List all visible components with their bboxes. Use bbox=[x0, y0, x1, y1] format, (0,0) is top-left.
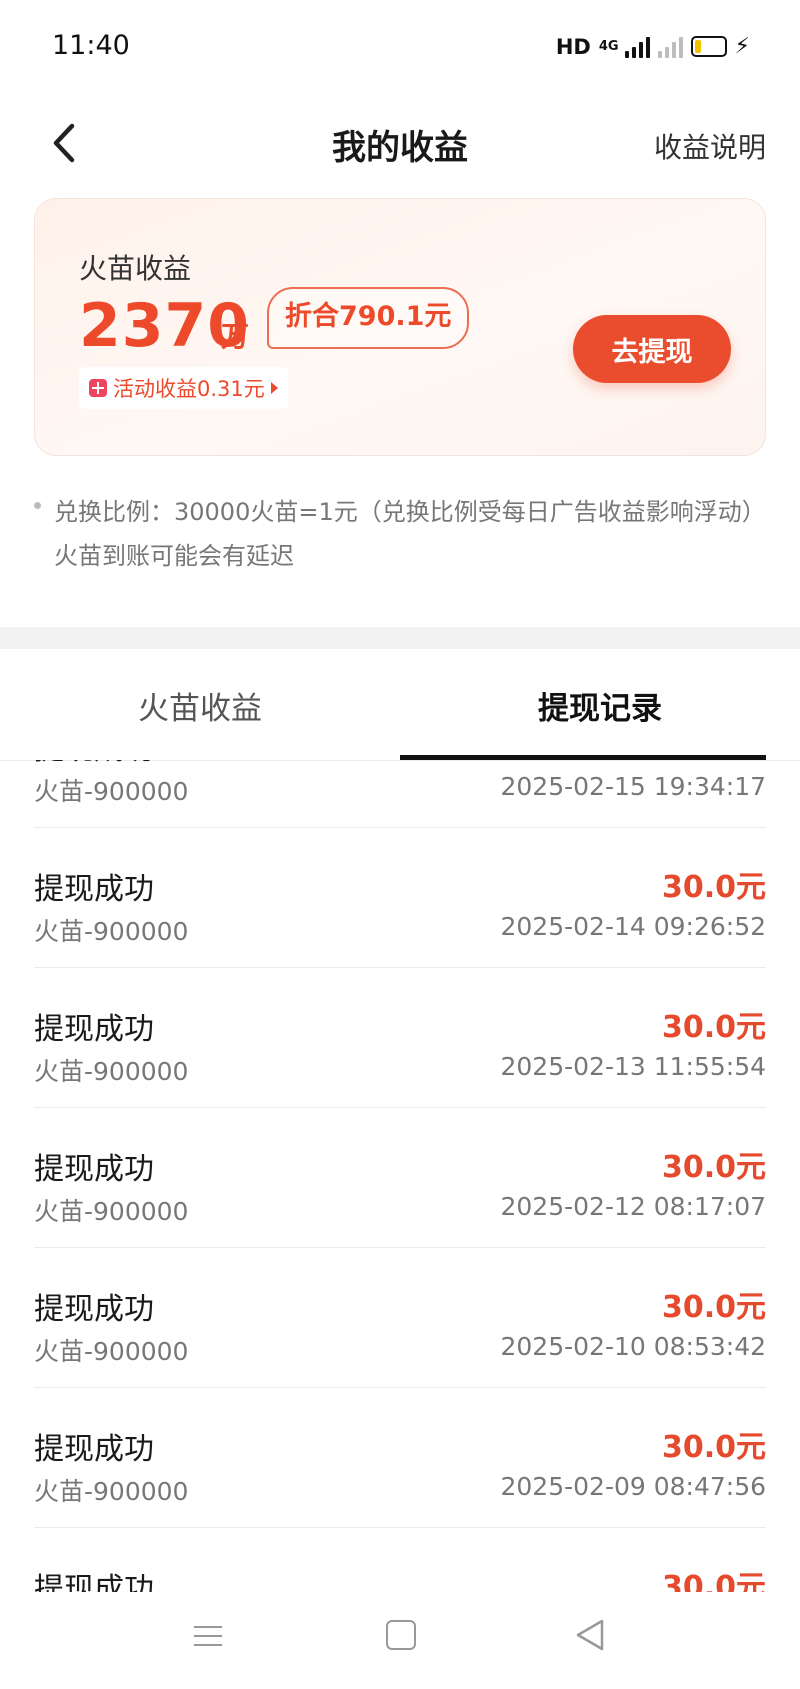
record-time: 2025-02-15 19:34:17 bbox=[500, 772, 766, 801]
signal-strength-icon bbox=[624, 36, 650, 58]
withdraw-record-list[interactable]: 提现成功火苗-90000030.0元2025-02-15 19:34:17提现成… bbox=[0, 760, 800, 1592]
withdraw-record-row[interactable]: 提现成功火苗-90000030.0元2025-02-08 12:30:04 bbox=[34, 1528, 766, 1592]
arrow-right-icon bbox=[270, 382, 278, 394]
record-amount: 30.0元 bbox=[662, 760, 766, 766]
record-amount: 30.0元 bbox=[661, 1150, 766, 1185]
record-amount: 30.0元 bbox=[661, 1010, 766, 1045]
header: 我的收益 收益说明 bbox=[0, 100, 800, 190]
withdraw-record-row[interactable]: 提现成功火苗-900000 30.0元 2025-02-14 09:26:52 bbox=[34, 828, 766, 968]
battery-icon bbox=[690, 36, 727, 57]
red-packet-icon bbox=[89, 379, 107, 397]
back-triangle-icon[interactable] bbox=[574, 1618, 606, 1652]
status-icons: HD 4G ⚡ bbox=[556, 34, 750, 59]
earnings-label: 火苗收益 bbox=[79, 252, 192, 285]
activity-earnings-text: 活动收益0.31元 bbox=[113, 377, 265, 401]
record-time: 2025-02-13 11:55:54 bbox=[500, 1052, 766, 1081]
record-detail: 火苗-900000 bbox=[34, 1057, 189, 1086]
earnings-unit: 万 bbox=[221, 320, 250, 353]
status-bar: 11:40 HD 4G ⚡ bbox=[0, 0, 800, 100]
home-icon[interactable] bbox=[386, 1620, 416, 1650]
system-nav-bar bbox=[0, 1592, 800, 1689]
menu-icon[interactable] bbox=[194, 1624, 224, 1648]
withdraw-record-row[interactable]: 提现成功火苗-900000 30.0元 2025-02-15 19:34:17 bbox=[34, 760, 766, 828]
signal-strength-sim2-icon bbox=[657, 36, 683, 58]
record-time: 2025-02-10 08:53:42 bbox=[500, 1332, 766, 1361]
withdraw-record-row[interactable]: 提现成功火苗-900000 30.0元 2025-02-09 08:47:56 bbox=[34, 1388, 766, 1528]
record-time: 2025-02-14 09:26:52 bbox=[500, 912, 766, 941]
record-status: 提现成功 bbox=[34, 872, 154, 907]
record-status: 提现成功 bbox=[34, 1292, 154, 1327]
record-amount: 30.0元 bbox=[661, 870, 766, 905]
withdraw-button[interactable]: 去提现 bbox=[573, 315, 731, 383]
record-list-scroll: 提现成功火苗-90000030.0元2025-02-15 19:34:17提现成… bbox=[0, 760, 800, 1592]
battery-level-fill bbox=[694, 40, 701, 53]
tab-withdraw-records[interactable]: 提现记录 bbox=[400, 668, 800, 758]
network-type-label: 4G bbox=[598, 39, 619, 54]
earnings-card: 火苗收益 2370 万 折合790.1元 活动收益0.31元 去提现 bbox=[34, 198, 766, 456]
record-detail: 火苗-900000 bbox=[34, 1197, 189, 1226]
tab-bar: 火苗收益 提现记录 bbox=[0, 668, 800, 761]
hd-indicator: HD bbox=[555, 34, 591, 59]
record-time: 2025-02-09 08:47:56 bbox=[500, 1472, 766, 1501]
section-divider bbox=[0, 627, 800, 649]
record-status: 提现成功 bbox=[34, 1572, 154, 1592]
withdraw-record-row[interactable]: 提现成功火苗-900000 30.0元 2025-02-10 08:53:42 bbox=[34, 1248, 766, 1388]
record-status: 提现成功 bbox=[34, 1152, 154, 1187]
record-detail: 火苗-900000 bbox=[34, 777, 189, 806]
withdraw-record-row[interactable]: 提现成功火苗-900000 30.0元 2025-02-12 08:17:07 bbox=[34, 1108, 766, 1248]
charging-icon: ⚡ bbox=[734, 34, 750, 59]
record-amount: 30.0元 bbox=[661, 1430, 766, 1465]
record-status: 提现成功 bbox=[34, 1012, 154, 1047]
bullet-icon bbox=[34, 502, 41, 509]
record-amount: 30.0元 bbox=[661, 1290, 766, 1325]
record-status: 提现成功 bbox=[34, 1432, 154, 1467]
record-detail: 火苗-900000 bbox=[34, 1337, 189, 1366]
record-status: 提现成功 bbox=[34, 760, 154, 768]
exchange-rate-note: 兑换比例：30000火苗=1元（兑换比例受每日广告收益影响浮动）火苗到账可能会有… bbox=[54, 498, 754, 570]
activity-earnings-chip[interactable]: 活动收益0.31元 bbox=[79, 367, 288, 409]
tab-flame-earnings[interactable]: 火苗收益 bbox=[0, 668, 400, 758]
record-time: 2025-02-12 08:17:07 bbox=[500, 1192, 766, 1221]
withdraw-record-row[interactable]: 提现成功火苗-900000 30.0元 2025-02-13 11:55:54 bbox=[34, 968, 766, 1108]
record-detail: 火苗-900000 bbox=[34, 917, 189, 946]
earnings-help-link[interactable]: 收益说明 bbox=[654, 126, 766, 166]
equivalent-cash-badge: 折合790.1元 bbox=[267, 287, 470, 349]
record-amount: 30.0元 bbox=[661, 1570, 766, 1592]
status-time: 11:40 bbox=[52, 30, 130, 61]
record-detail: 火苗-900000 bbox=[34, 1477, 189, 1506]
